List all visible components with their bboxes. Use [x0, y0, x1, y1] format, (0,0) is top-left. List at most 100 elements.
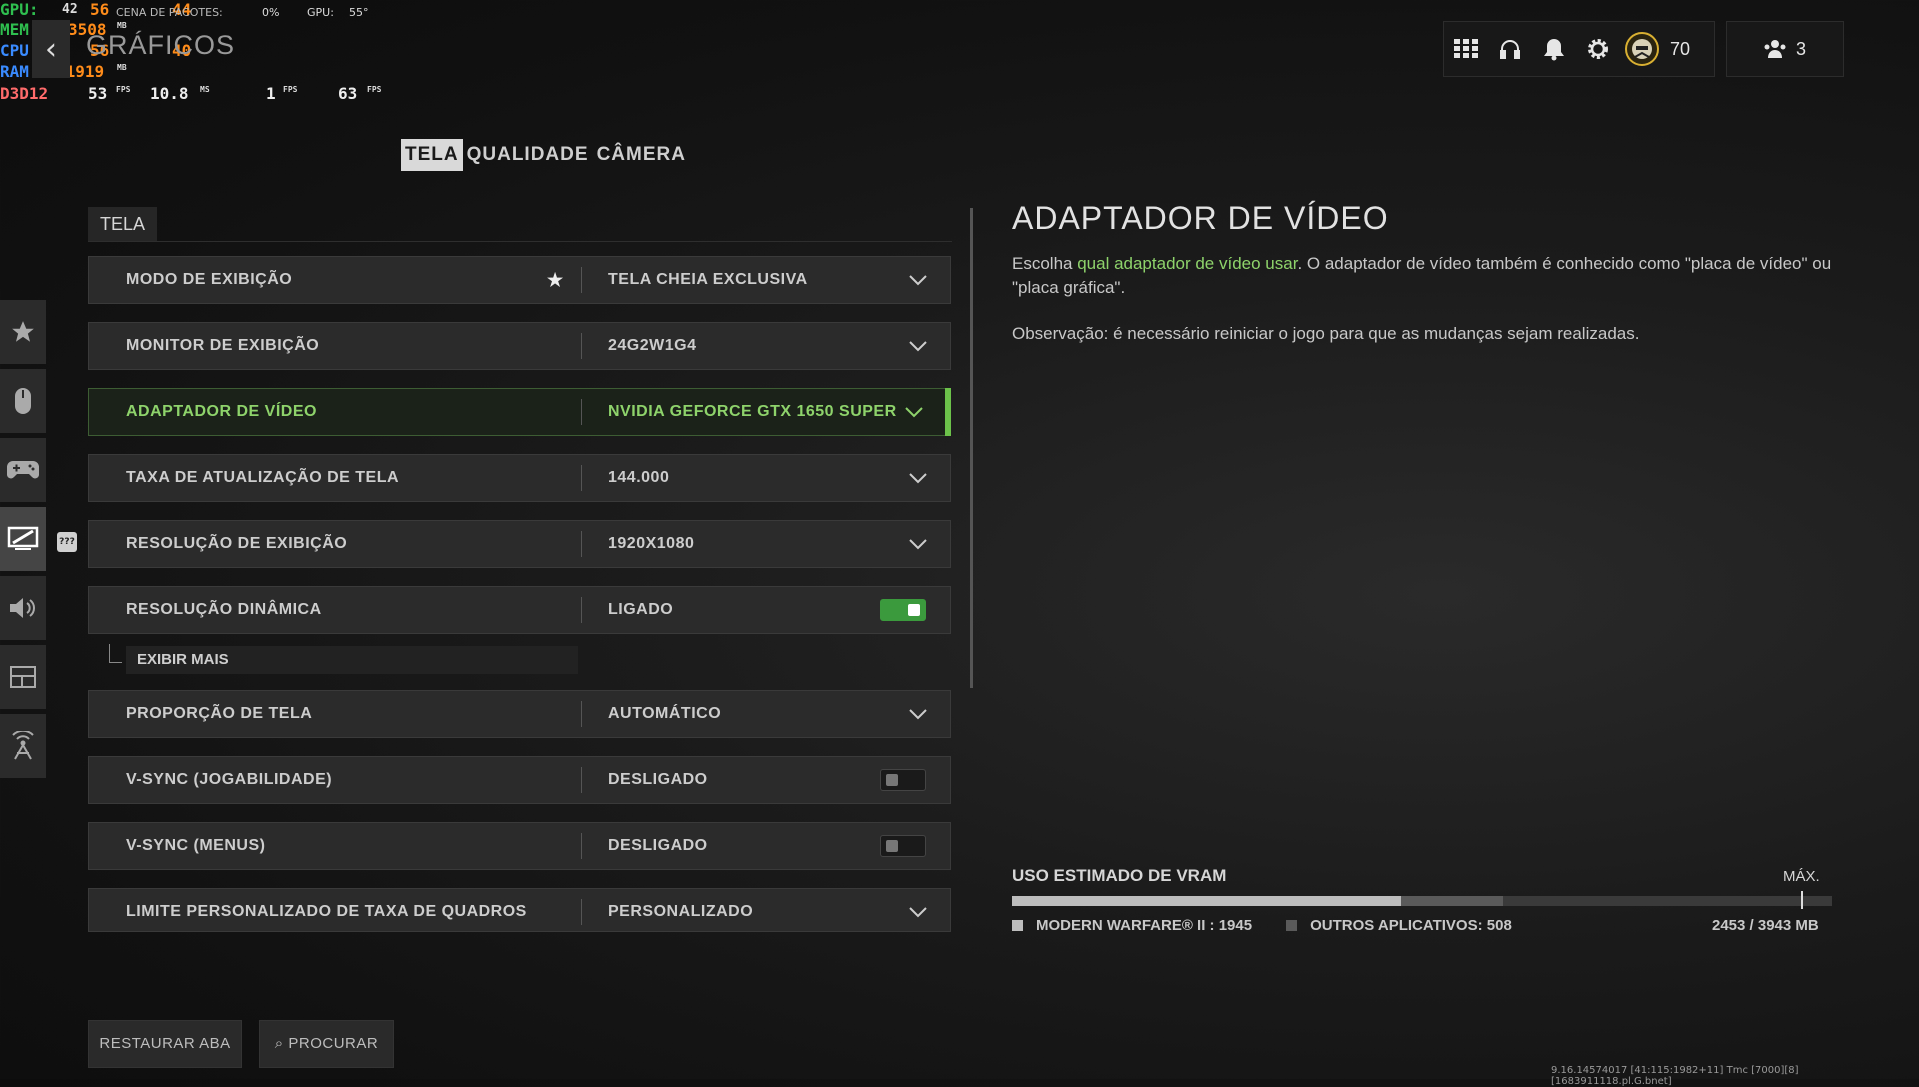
setting-row-resolution[interactable]: RESOLUÇÃO DE EXIBIÇÃO 1920X1080: [88, 520, 951, 568]
toggle-knob: [886, 774, 898, 786]
back-button[interactable]: ‹: [32, 20, 70, 78]
rail-interface[interactable]: [0, 645, 46, 709]
chevron-down-icon[interactable]: [908, 704, 928, 724]
overlay-bg-gpu-val: 55°: [349, 6, 369, 19]
setting-row-vsync-menus[interactable]: V-SYNC (MENUS) DESLIGADO: [88, 822, 951, 870]
tab-tela[interactable]: TELA: [401, 139, 463, 171]
vram-bar: [1012, 896, 1832, 906]
search-icon: ⌕: [274, 1035, 284, 1052]
setting-value: DESLIGADO: [608, 771, 708, 788]
headset-icon[interactable]: [1488, 22, 1532, 76]
setting-value: TELA CHEIA EXCLUSIVA: [608, 271, 808, 288]
chevron-down-icon[interactable]: [908, 336, 928, 356]
tab-qualidade[interactable]: QUALIDADE: [463, 139, 593, 171]
section-header: TELA: [88, 207, 952, 242]
category-rail: [0, 300, 46, 783]
legend-swatch-other: [1286, 920, 1298, 931]
overlay-gpu-label: GPU:: [0, 0, 39, 19]
overlay-bg-text: CENA DE PACOTES:: [116, 6, 223, 19]
overlay-bg-gpu-label: GPU:: [307, 6, 334, 19]
toggle-switch[interactable]: [880, 769, 926, 791]
setting-value: PERSONALIZADO: [608, 903, 754, 920]
setting-value: DESLIGADO: [608, 837, 708, 854]
setting-value: LIGADO: [608, 601, 674, 618]
overlay-bg-pct: 0%: [262, 6, 280, 19]
chevron-left-icon: ‹: [45, 31, 57, 67]
build-info: 9.16.14574017 [41:115:1982+11] Tmc [7000…: [1551, 1065, 1799, 1087]
divider: [581, 701, 582, 727]
setting-row-dynamic-resolution[interactable]: RESOLUÇÃO DINÂMICA LIGADO: [88, 586, 951, 634]
help-badge: ???: [57, 532, 77, 552]
legend-game: MODERN WARFARE® II : 1945: [1036, 917, 1253, 934]
rail-network[interactable]: [0, 714, 46, 778]
party-button[interactable]: 3: [1726, 21, 1844, 77]
rail-mouse[interactable]: [0, 369, 46, 433]
search-button[interactable]: ⌕ PROCURAR: [259, 1020, 394, 1068]
divider: [581, 399, 582, 425]
scrollbar[interactable]: [970, 208, 973, 688]
toggle-switch[interactable]: [880, 835, 926, 857]
overlay-frametime-unit: MS: [200, 85, 210, 94]
top-right-toolbar: 70: [1443, 21, 1715, 77]
show-more-button[interactable]: EXIBIR MAIS: [126, 646, 578, 674]
gear-icon[interactable]: [1576, 22, 1620, 76]
setting-label: RESOLUÇÃO DE EXIBIÇÃO: [126, 535, 348, 552]
setting-label: V-SYNC (MENUS): [126, 837, 266, 854]
rank-emblem-icon[interactable]: [1620, 22, 1664, 76]
search-label: PROCURAR: [288, 1035, 379, 1052]
overlay-ram-unit: MB: [117, 63, 127, 72]
overlay-frametime: 10.8: [150, 84, 189, 103]
restore-tab-button[interactable]: RESTAURAR ABA: [88, 1020, 242, 1068]
setting-label: TAXA DE ATUALIZAÇÃO DE TELA: [126, 469, 400, 486]
overlay-fps-low-unit: FPS: [283, 85, 298, 94]
setting-label: LIMITE PERSONALIZADO DE TAXA DE QUADROS: [126, 903, 527, 920]
rail-controller[interactable]: [0, 438, 46, 502]
tab-camera[interactable]: CÂMERA: [593, 139, 690, 171]
overlay-mem-label: MEM: [0, 20, 29, 39]
divider: [581, 465, 582, 491]
rail-graphics[interactable]: [0, 507, 46, 571]
overlay-cpu-label: CPU: [0, 41, 29, 60]
chevron-down-icon[interactable]: [908, 534, 928, 554]
bell-icon[interactable]: [1532, 22, 1576, 76]
chevron-down-icon[interactable]: [908, 270, 928, 290]
section-title: TELA: [88, 207, 158, 241]
legend-other: OUTROS APLICATIVOS: 508: [1310, 917, 1512, 934]
party-icon: [1764, 40, 1786, 58]
setting-row-frame-rate-limit[interactable]: LIMITE PERSONALIZADO DE TAXA DE QUADROS …: [88, 888, 951, 932]
description-body: Escolha qual adaptador de vídeo usar. O …: [1012, 252, 1842, 300]
setting-row-display-mode[interactable]: MODO DE EXIBIÇÃO ★ TELA CHEIA EXCLUSIVA: [88, 256, 951, 304]
setting-value: AUTOMÁTICO: [608, 705, 722, 722]
rail-favorites[interactable]: [0, 300, 46, 364]
chevron-down-icon[interactable]: [904, 402, 924, 422]
setting-value: 144.000: [608, 469, 670, 486]
toggle-switch[interactable]: [880, 599, 926, 621]
setting-label: PROPORÇÃO DE TELA: [126, 705, 313, 722]
layout-icon: [10, 666, 36, 688]
rail-audio[interactable]: [0, 576, 46, 640]
star-icon: [12, 321, 34, 342]
divider: [581, 267, 582, 293]
chevron-down-icon[interactable]: [908, 468, 928, 488]
grid-menu-icon[interactable]: [1444, 22, 1488, 76]
monitor-icon: [7, 526, 39, 550]
setting-label: V-SYNC (JOGABILIDADE): [126, 771, 333, 788]
divider: [581, 833, 582, 859]
page-title: GRÁFICOS: [86, 30, 236, 60]
speaker-icon: [10, 598, 35, 618]
setting-row-display-monitor[interactable]: MONITOR DE EXIBIÇÃO 24G2W1G4: [88, 322, 951, 370]
setting-row-vsync-gameplay[interactable]: V-SYNC (JOGABILIDADE) DESLIGADO: [88, 756, 951, 804]
divider: [581, 899, 582, 925]
setting-row-video-adapter[interactable]: ADAPTADOR DE VÍDEO NVIDIA GEFORCE GTX 16…: [88, 388, 951, 436]
vram-bar-game: [1012, 896, 1401, 906]
setting-row-refresh-rate[interactable]: TAXA DE ATUALIZAÇÃO DE TELA 144.000: [88, 454, 951, 502]
favorite-star-icon[interactable]: ★: [547, 257, 564, 303]
overlay-ram-label: RAM: [0, 62, 29, 81]
divider: [581, 531, 582, 557]
antenna-icon: [12, 731, 34, 760]
vram-legend: MODERN WARFARE® II : 1945 OUTROS APLICAT…: [1012, 917, 1512, 934]
setting-row-aspect-ratio[interactable]: PROPORÇÃO DE TELA AUTOMÁTICO: [88, 690, 951, 738]
party-count: 3: [1795, 38, 1806, 59]
overlay-fps-avg-unit: FPS: [367, 85, 382, 94]
chevron-down-icon[interactable]: [908, 902, 928, 922]
